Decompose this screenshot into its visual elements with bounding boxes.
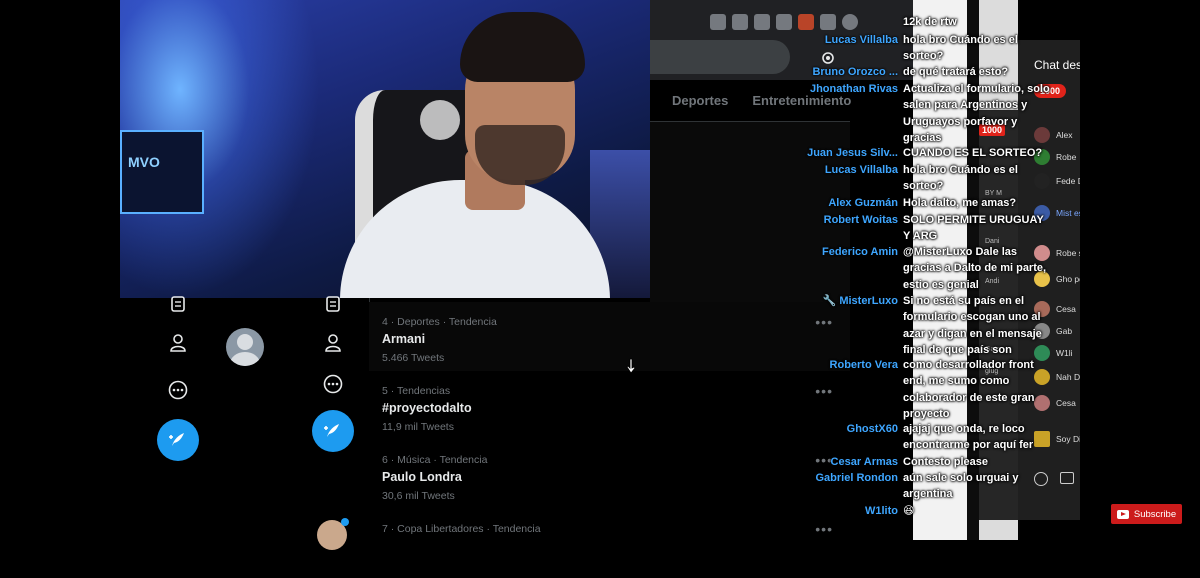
subscribe-button[interactable]: Subscribe bbox=[1111, 504, 1182, 524]
trend-meta: 6 · Música · Tendencia bbox=[382, 454, 488, 466]
trend-name: Armani bbox=[382, 332, 426, 346]
webcam-background-monitor: MVO bbox=[120, 130, 204, 214]
chat-text: 😆 bbox=[903, 505, 915, 517]
chat-author: Bruno Orozco ... bbox=[812, 66, 898, 78]
account-avatar[interactable] bbox=[317, 518, 349, 550]
twitter-search-field[interactable] bbox=[650, 40, 790, 74]
chat-text: CUANDO ES EL SORTEO? bbox=[903, 147, 1043, 159]
chat-text: de qué tratará esto? bbox=[903, 66, 1009, 78]
youtube-logo-icon bbox=[1116, 509, 1129, 519]
chat-text: hola bro Cuándo es el sorteo? bbox=[903, 164, 1018, 193]
chat-text: Actualiza el formulario, solo salen para… bbox=[903, 83, 1050, 144]
feather-icon bbox=[169, 433, 184, 446]
monitor-label: MVO bbox=[128, 154, 160, 170]
share-icon[interactable] bbox=[754, 14, 770, 30]
compose-tweet-button[interactable] bbox=[157, 419, 199, 461]
chat-text: @MisterLuxo Dale las gracias a Dalto de … bbox=[903, 246, 1047, 291]
chat-author: Juan Jesus Silv... bbox=[807, 147, 898, 159]
more-icon[interactable] bbox=[166, 378, 190, 402]
webcam-feed: MVO bbox=[120, 0, 650, 298]
chat-text: como desarrollador front end, me sumo co… bbox=[903, 359, 1035, 420]
superchat-icon[interactable] bbox=[1060, 472, 1074, 484]
chat-author: W1lito bbox=[865, 505, 898, 517]
chat-text: SOLO PERMITE URUGUAY Y ARG bbox=[903, 214, 1044, 243]
chair-logo bbox=[420, 100, 460, 140]
chat-overlay: 12k de rtw Lucas Villalba hola bro Cuánd… bbox=[790, 14, 1060, 524]
trend-count: 30,6 mil Tweets bbox=[382, 490, 455, 502]
trend-item[interactable]: 7 · Copa Libertadores · Tendencia ••• bbox=[369, 509, 850, 578]
chat-author: Robert Woitas bbox=[823, 214, 898, 226]
chat-author: Lucas Villalba bbox=[824, 164, 898, 176]
twitter-nav-left bbox=[120, 296, 213, 540]
trend-meta: 5 · Tendencias bbox=[382, 385, 451, 397]
twitter-account-column bbox=[212, 298, 268, 540]
compose-tweet-button[interactable] bbox=[312, 410, 354, 452]
trends-list: 4 · Deportes · Tendencia Armani 5.466 Tw… bbox=[369, 302, 850, 540]
trend-count: 5.466 Tweets bbox=[382, 352, 445, 364]
chat-author: Gabriel Rondon bbox=[815, 472, 899, 484]
zoom-icon[interactable] bbox=[732, 14, 748, 30]
chat-text: aún sale solo urguai y argentina bbox=[903, 472, 1019, 501]
install-icon[interactable] bbox=[710, 14, 726, 30]
video-right-margin bbox=[1080, 0, 1200, 540]
trend-meta: 4 · Deportes · Tendencia bbox=[382, 316, 497, 328]
wrench-icon: 🔧 bbox=[822, 295, 840, 307]
trend-item[interactable]: 6 · Música · Tendencia Paulo Londra 30,6… bbox=[369, 440, 850, 509]
trend-count: 11,9 mil Tweets bbox=[382, 421, 454, 433]
trend-meta: 7 · Copa Libertadores · Tendencia bbox=[382, 523, 541, 535]
profile-icon[interactable] bbox=[321, 331, 345, 355]
chat-author: Cesar Armas bbox=[830, 456, 898, 468]
trend-name: Paulo Londra bbox=[382, 470, 462, 484]
default-avatar[interactable] bbox=[226, 328, 264, 366]
chat-text: Hola dalto, me amas? bbox=[903, 197, 1017, 209]
trend-item[interactable]: 4 · Deportes · Tendencia Armani 5.466 Tw… bbox=[369, 302, 850, 371]
mouse-cursor-icon bbox=[626, 358, 636, 374]
chat-text: Si no está su país en el formulario esco… bbox=[903, 295, 1042, 356]
trend-item[interactable]: 5 · Tendencias #proyectodalto 11,9 mil T… bbox=[369, 371, 850, 440]
chat-text: hola bro Cuándo es el sorteo? bbox=[903, 34, 1018, 63]
tab-deportes[interactable]: Deportes bbox=[672, 93, 728, 108]
chat-text: 12k de rtw bbox=[903, 16, 957, 28]
chat-author: Roberto Vera bbox=[829, 359, 898, 371]
lists-icon[interactable] bbox=[166, 292, 190, 316]
trend-name: #proyectodalto bbox=[382, 401, 472, 415]
chat-author: Jhonathan Rivas bbox=[809, 83, 898, 95]
chat-author: Lucas Villalba bbox=[824, 34, 898, 46]
notification-dot bbox=[341, 518, 349, 526]
chat-text: ajajaj que onda, re loco encontrarme por… bbox=[903, 423, 1034, 452]
lists-icon[interactable] bbox=[321, 292, 345, 316]
chat-author: 🔧 MisterLuxo bbox=[822, 295, 898, 307]
profile-icon[interactable] bbox=[166, 331, 190, 355]
chat-author: Federico Amin bbox=[822, 246, 898, 258]
streamer-hair bbox=[460, 12, 585, 82]
chat-author: GhostX60 bbox=[846, 423, 898, 435]
chat-text: Contesto please bbox=[903, 456, 988, 468]
subscribe-label: Subscribe bbox=[1133, 508, 1177, 520]
more-icon[interactable] bbox=[321, 372, 345, 396]
chat-author: Alex Guzmán bbox=[828, 197, 898, 209]
feather-icon bbox=[324, 424, 339, 437]
twitter-nav-right bbox=[267, 296, 370, 550]
